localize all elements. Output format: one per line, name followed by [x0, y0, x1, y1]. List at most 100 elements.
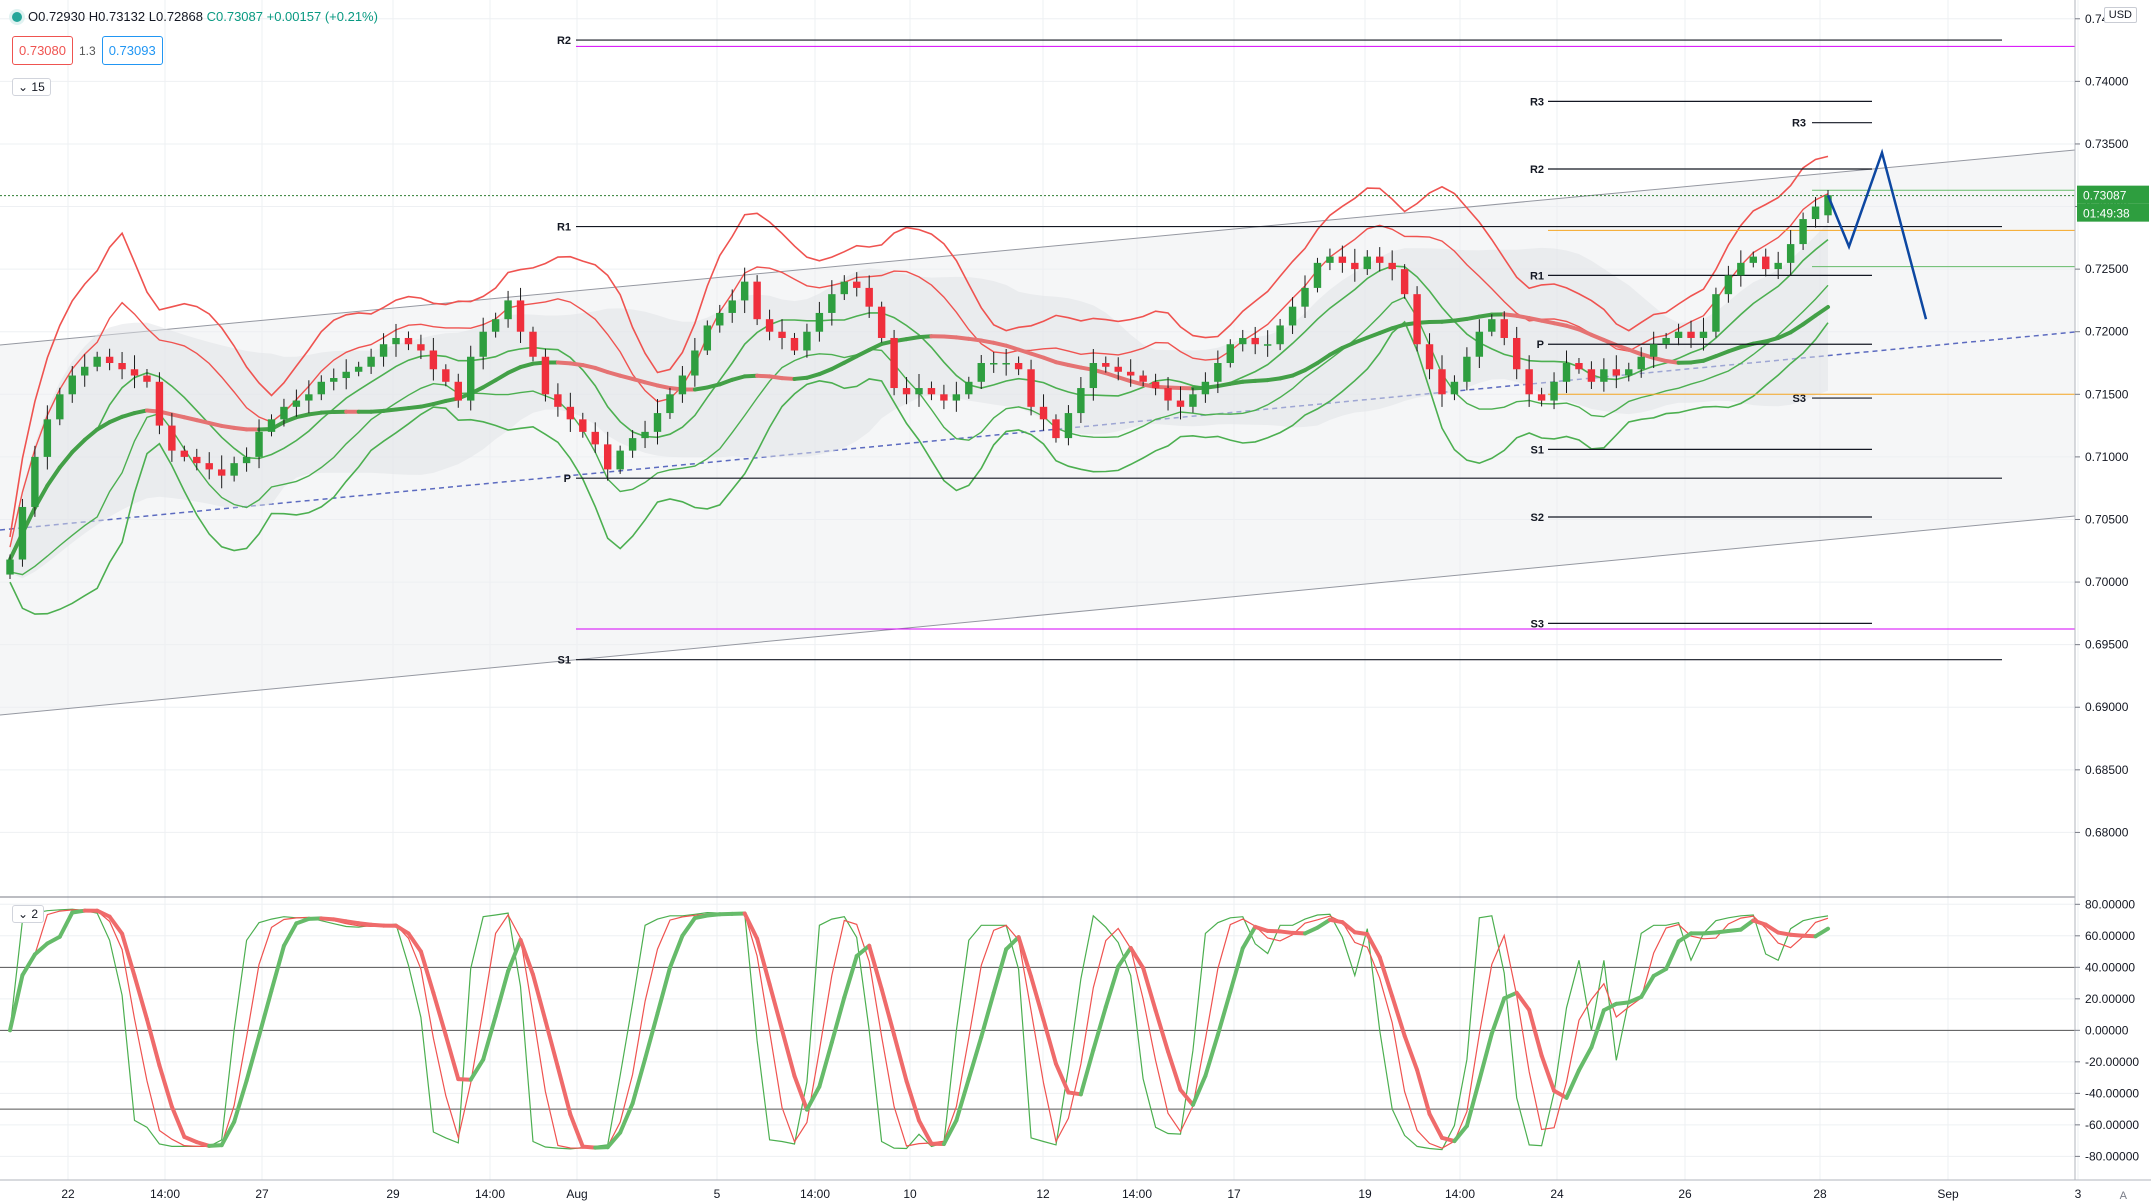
- time-tick-label: 27: [255, 1187, 269, 1201]
- candle-down: [1500, 319, 1508, 338]
- candle-up: [977, 363, 985, 382]
- candle-down: [529, 331, 537, 357]
- candle-up: [1475, 331, 1484, 357]
- candle-up: [81, 366, 89, 376]
- osc-slow-segment: [1626, 994, 1644, 1005]
- candle-up: [1811, 206, 1820, 220]
- candle-down: [940, 394, 948, 401]
- candle-up: [1550, 381, 1558, 401]
- osc-slow-segment: [1029, 974, 1046, 1022]
- osc-slow-segment: [1552, 1088, 1569, 1100]
- candle-up: [703, 325, 712, 351]
- candle-up: [1064, 413, 1073, 439]
- candle-up: [317, 381, 326, 395]
- candle-down: [1114, 366, 1122, 372]
- spread-value: 1.3: [79, 43, 96, 58]
- daily-pivot-r3-label: R3: [1792, 118, 1806, 130]
- candle-down: [417, 344, 425, 351]
- osc-slow-segment: [1078, 1047, 1096, 1097]
- candle-up: [840, 281, 848, 295]
- osc-tick-label: 80.00000: [2085, 897, 2135, 911]
- candle-down: [1376, 256, 1384, 263]
- daily-pivot-s3-label: S3: [1793, 393, 1806, 405]
- osc-slow-segment: [1091, 1005, 1108, 1052]
- candle-up: [18, 506, 27, 560]
- candle-up: [641, 431, 649, 439]
- candle-up: [56, 394, 64, 420]
- candle-up: [1774, 262, 1782, 270]
- candle-down: [1151, 381, 1160, 389]
- candle-down: [1039, 406, 1048, 420]
- buy-button[interactable]: 0.73093: [101, 36, 163, 65]
- osc-slow-segment: [1377, 955, 1395, 999]
- osc-tick-label: 40.00000: [2085, 960, 2135, 974]
- currency-label[interactable]: USD: [2103, 7, 2137, 23]
- candle-down: [1126, 371, 1135, 376]
- osc-slow-segment: [1166, 1049, 1183, 1092]
- candle-down: [1413, 294, 1421, 345]
- candle-up: [915, 388, 923, 395]
- candle-down: [516, 300, 525, 332]
- osc-slow-segment: [667, 933, 685, 970]
- candle-down: [1102, 363, 1110, 367]
- candle-up: [1002, 363, 1010, 365]
- osc-slow-segment: [1340, 920, 1357, 935]
- candle-up: [367, 356, 375, 367]
- candle-up: [1737, 262, 1745, 276]
- candle-up: [392, 337, 400, 345]
- candle-up: [691, 350, 699, 376]
- candle-down: [193, 456, 201, 464]
- osc-slow-segment: [1576, 1045, 1594, 1073]
- osc-slow-segment: [157, 1063, 174, 1109]
- monthly-pivot-r2-label: R2: [557, 35, 571, 47]
- monthly-pivot-p-label: P: [564, 473, 571, 485]
- candle-down: [1525, 369, 1533, 395]
- auto-scale-button[interactable]: A: [2120, 1190, 2127, 1202]
- indicator-pane-count: 2: [31, 907, 39, 921]
- candle-up: [1674, 331, 1683, 338]
- candle-up: [1637, 356, 1645, 370]
- osc-slow-segment: [804, 1084, 822, 1112]
- price-tick-label: 0.72000: [2085, 325, 2129, 339]
- osc-slow-segment: [904, 1079, 921, 1123]
- candle-up: [1189, 394, 1197, 407]
- candle-down: [591, 431, 599, 445]
- osc-slow-segment: [1427, 1111, 1444, 1140]
- osc-slow-segment: [1477, 1031, 1494, 1083]
- candle-up: [728, 300, 736, 313]
- sell-button[interactable]: 0.73080: [12, 36, 73, 65]
- candle-down: [442, 369, 450, 382]
- candle-up: [1699, 331, 1708, 338]
- candle-up: [740, 281, 749, 301]
- osc-slow-segment: [257, 988, 274, 1038]
- candle-down: [180, 450, 189, 457]
- candle-down: [1512, 337, 1521, 370]
- osc-slow-segment: [1016, 935, 1034, 979]
- osc-slow-segment: [1664, 939, 1681, 971]
- candle-up: [1263, 344, 1272, 346]
- candle-up: [1450, 381, 1459, 395]
- candle-down: [603, 444, 612, 470]
- time-tick-label: 17: [1227, 1187, 1241, 1201]
- osc-slow-segment: [493, 969, 511, 1019]
- osc-slow-segment: [1539, 1053, 1557, 1093]
- osc-slow-segment: [530, 972, 548, 1023]
- candle-up: [1301, 287, 1309, 307]
- osc-slow-segment: [1203, 1032, 1220, 1078]
- osc-slow-segment: [1141, 965, 1158, 1013]
- osc-slow-segment: [169, 1104, 187, 1139]
- candle-down: [1139, 375, 1147, 382]
- osc-slow-segment: [481, 1014, 498, 1062]
- interval-toggle-button[interactable]: ⌄ 15: [12, 78, 51, 96]
- osc-slow-segment: [1813, 926, 1830, 939]
- candle-up: [354, 366, 363, 372]
- osc-slow-segment: [966, 1035, 984, 1081]
- indicator-pane-toggle-button[interactable]: ⌄ 2: [12, 905, 45, 923]
- candle-up: [1488, 319, 1496, 332]
- chart-canvas[interactable]: R2R1PS1R3R2R1PS1S2S3R3S3 0.745000.740000…: [0, 0, 2151, 1204]
- candle-down: [554, 394, 562, 407]
- candle-up: [1313, 262, 1322, 288]
- candle-up: [68, 375, 76, 395]
- osc-slow-segment: [1489, 996, 1507, 1036]
- osc-slow-segment: [1303, 925, 1320, 936]
